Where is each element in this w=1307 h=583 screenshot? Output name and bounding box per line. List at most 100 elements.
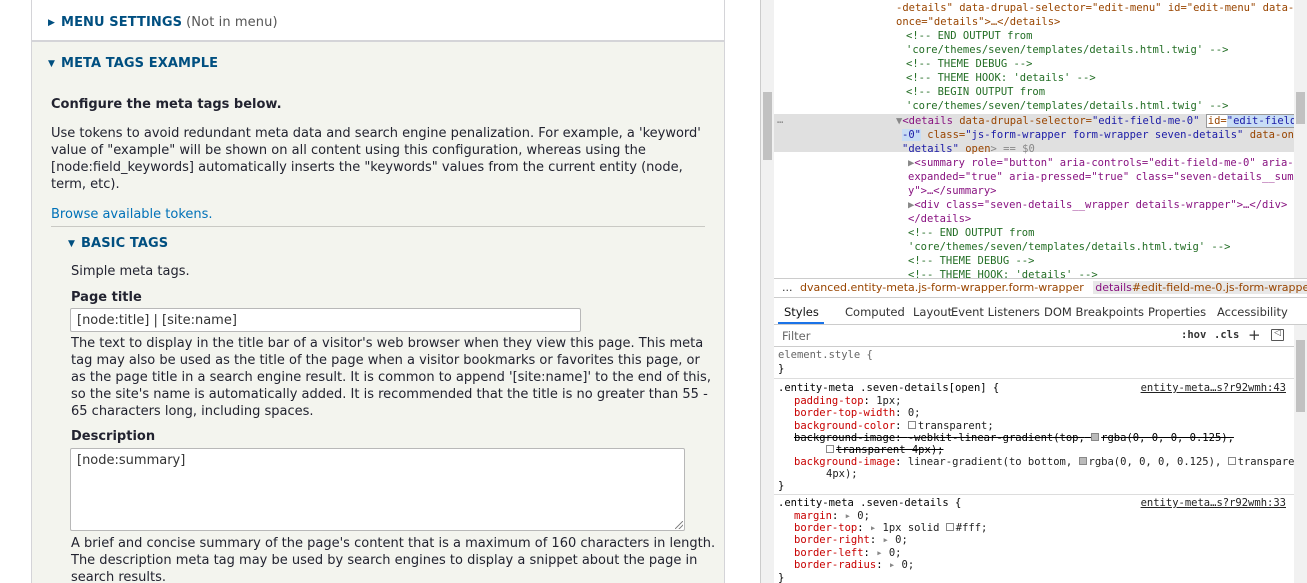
dom-node[interactable]: </details> xyxy=(908,212,971,226)
breadcrumb-item-selected[interactable]: details#edit-field-me-0.js-form-wrapper.… xyxy=(1093,281,1307,294)
dom-comment[interactable]: 'core/themes/seven/templates/details.htm… xyxy=(908,240,1230,254)
tab-properties[interactable]: Properties xyxy=(1148,305,1206,319)
dom-selected-node[interactable]: -0" class="js-form-wrapper form-wrapper … xyxy=(902,128,1296,142)
dom-scroll-thumb[interactable] xyxy=(1296,92,1305,124)
css-property[interactable]: background-image: linear-gradient(to bot… xyxy=(794,456,1296,468)
divider xyxy=(51,226,705,227)
cls-toggle[interactable]: .cls xyxy=(1214,329,1239,341)
elements-dom-tree[interactable]: -details" data-drupal-selector="edit-men… xyxy=(774,0,1296,278)
description-value: [node:summary] xyxy=(77,453,186,468)
browse-tokens-link[interactable]: Browse available tokens. xyxy=(51,206,213,223)
dom-comment[interactable]: <!-- THEME HOOK: 'details' --> xyxy=(908,268,1098,278)
css-property[interactable]: margin: ▸ 0; xyxy=(794,510,870,522)
dom-line[interactable]: -details" data-drupal-selector="edit-men… xyxy=(896,1,1294,15)
color-swatch-icon[interactable] xyxy=(945,523,954,531)
page-title-input[interactable]: [node:title] | [site:name] xyxy=(70,308,581,332)
dom-selected-node[interactable]: "details" open> == $0 xyxy=(902,142,1035,156)
tab-dom-breakpoints[interactable]: DOM Breakpoints xyxy=(1044,305,1144,319)
expand-shorthand-icon[interactable]: ▸ xyxy=(845,510,851,522)
color-swatch-icon[interactable] xyxy=(826,445,834,453)
rule2-source-link[interactable]: entity-meta…s?r92wmh:33 xyxy=(1141,497,1286,509)
styles-scroll-thumb[interactable] xyxy=(1296,340,1305,412)
menu-settings-summary[interactable]: ▶ MENU SETTINGS (Not in menu) xyxy=(48,15,278,30)
expand-shorthand-icon[interactable]: ▸ xyxy=(876,547,882,559)
css-property[interactable]: border-right: ▸ 0; xyxy=(794,534,908,546)
color-swatch-icon[interactable] xyxy=(1091,433,1100,441)
color-swatch-icon[interactable] xyxy=(907,421,916,429)
page-title-help: The text to display in the title bar of … xyxy=(71,336,704,351)
dom-comment[interactable]: 'core/themes/seven/templates/details.htm… xyxy=(906,99,1228,113)
meta-tags-example-summary[interactable]: ▼ META TAGS EXAMPLE xyxy=(48,56,218,71)
resize-grip-icon[interactable] xyxy=(675,521,683,529)
page-title-help: tag may also be used as the title of the… xyxy=(71,353,700,368)
intro-line: [node:field_keywords] automatically inse… xyxy=(51,160,683,175)
dom-comment[interactable]: <!-- END OUTPUT from xyxy=(908,226,1034,240)
tab-computed[interactable]: Computed xyxy=(845,305,905,319)
expand-shorthand-icon[interactable]: ▸ xyxy=(883,534,889,546)
tab-accessibility[interactable]: Accessibility xyxy=(1217,305,1288,319)
css-property[interactable]: background-color: transparent; xyxy=(794,420,994,432)
devtools-left-scrollbar[interactable] xyxy=(761,0,774,583)
intro-line: value of "example" will be shown on all … xyxy=(51,143,646,158)
dom-comment[interactable]: <!-- THEME DEBUG --> xyxy=(908,254,1034,268)
tab-layout[interactable]: Layout xyxy=(913,305,952,319)
dom-comment[interactable]: <!-- THEME HOOK: 'details' --> xyxy=(906,71,1096,85)
dom-node[interactable]: ▶<div class="seven-details__wrapper deta… xyxy=(908,198,1287,212)
dom-node[interactable]: y">…</summary> xyxy=(908,184,997,198)
css-property[interactable]: border-top-width: 0; xyxy=(794,407,920,419)
dom-scrollbar[interactable] xyxy=(1294,0,1307,278)
styles-tabbar: Styles Computed Layout Event Listeners D… xyxy=(774,299,1307,325)
color-swatch-icon[interactable] xyxy=(1227,457,1236,465)
description-textarea[interactable]: [node:summary] xyxy=(70,448,685,531)
meta-tags-example-title: META TAGS EXAMPLE xyxy=(61,56,219,71)
dom-comment[interactable]: <!-- END OUTPUT from xyxy=(906,29,1032,43)
intro-line: Use tokens to avoid redundant meta data … xyxy=(51,126,701,141)
css-property[interactable]: padding-top: 1px; xyxy=(794,395,902,407)
rule-divider xyxy=(774,378,1296,379)
dom-selected-node[interactable]: ▼<details data-drupal-selector="edit-fie… xyxy=(896,114,1296,128)
menu-settings-note: (Not in menu) xyxy=(186,15,278,30)
page-title-help: as the page title in a search engine res… xyxy=(71,370,711,385)
dom-comment[interactable]: 'core/themes/seven/templates/details.htm… xyxy=(906,43,1228,57)
dom-node[interactable]: ▶<summary role="button" aria-controls="e… xyxy=(908,156,1294,170)
css-property[interactable]: border-left: ▸ 0; xyxy=(794,547,902,559)
color-swatch-icon[interactable] xyxy=(1078,457,1087,465)
dom-more-actions-icon[interactable]: … xyxy=(777,113,783,127)
basic-tags-summary[interactable]: ▼ BASIC TAGS xyxy=(68,236,168,251)
expand-shorthand-icon[interactable]: ▸ xyxy=(870,522,876,534)
rule1-selector[interactable]: .entity-meta .seven-details[open] { xyxy=(778,382,999,394)
element-style-selector[interactable]: element.style { xyxy=(778,349,873,361)
css-property-overridden[interactable]: background-image: -webkit-linear-gradien… xyxy=(794,432,1234,444)
dom-node[interactable]: expanded="true" aria-pressed="true" clas… xyxy=(908,170,1296,184)
hov-toggle[interactable]: :hov xyxy=(1181,329,1206,341)
page-title-help: 65 characters long, including spaces. xyxy=(71,404,314,419)
page-title-help: so the site's name is automatically adde… xyxy=(71,387,708,402)
expand-shorthand-icon[interactable]: ▸ xyxy=(889,559,895,571)
css-property[interactable]: border-top: ▸ 1px solid #fff; xyxy=(794,522,987,534)
dom-comment[interactable]: <!-- THEME DEBUG --> xyxy=(906,57,1032,71)
computed-sidebar-toggle-icon[interactable]: ◁ xyxy=(1271,328,1284,341)
menu-settings-title: MENU SETTINGS xyxy=(61,15,183,30)
rule1-source-link[interactable]: entity-meta…s?r92wmh:43 xyxy=(1141,382,1286,394)
devtools-panel: -details" data-drupal-selector="edit-men… xyxy=(760,0,1307,583)
dom-comment[interactable]: <!-- BEGIN OUTPUT from xyxy=(906,85,1045,99)
breadcrumb-item[interactable]: dvanced.entity-meta.js-form-wrapper.form… xyxy=(800,281,1084,294)
tab-styles[interactable]: Styles xyxy=(784,305,819,319)
description-help: search results. xyxy=(71,570,166,583)
menu-settings-details[interactable]: ▶ MENU SETTINGS (Not in menu) xyxy=(31,0,725,41)
styles-filter-input[interactable]: Filter xyxy=(782,329,810,343)
page-pane: ▶ MENU SETTINGS (Not in menu) ▼ META TAGS E… xyxy=(0,0,760,583)
css-property[interactable]: border-radius: ▸ 0; xyxy=(794,559,914,571)
dom-line[interactable]: once="details">…</details> xyxy=(896,15,1060,29)
css-property-continued: 4px); xyxy=(826,468,858,480)
basic-tags-description: Simple meta tags. xyxy=(71,264,190,279)
devtools-left-scroll-thumb[interactable] xyxy=(763,92,772,160)
new-style-rule-button[interactable]: + xyxy=(1248,326,1261,344)
description-help: A brief and concise summary of the page'… xyxy=(71,536,716,551)
rule2-selector[interactable]: .entity-meta .seven-details { xyxy=(778,497,961,509)
tab-event-listeners[interactable]: Event Listeners xyxy=(951,305,1040,319)
rule-close-brace: } xyxy=(778,480,785,492)
breadcrumb-overflow[interactable]: ... xyxy=(782,281,793,294)
css-property-overridden: transparent 4px); xyxy=(826,444,943,456)
styles-filter-bar: Filter :hov .cls + ◁ xyxy=(774,325,1296,347)
